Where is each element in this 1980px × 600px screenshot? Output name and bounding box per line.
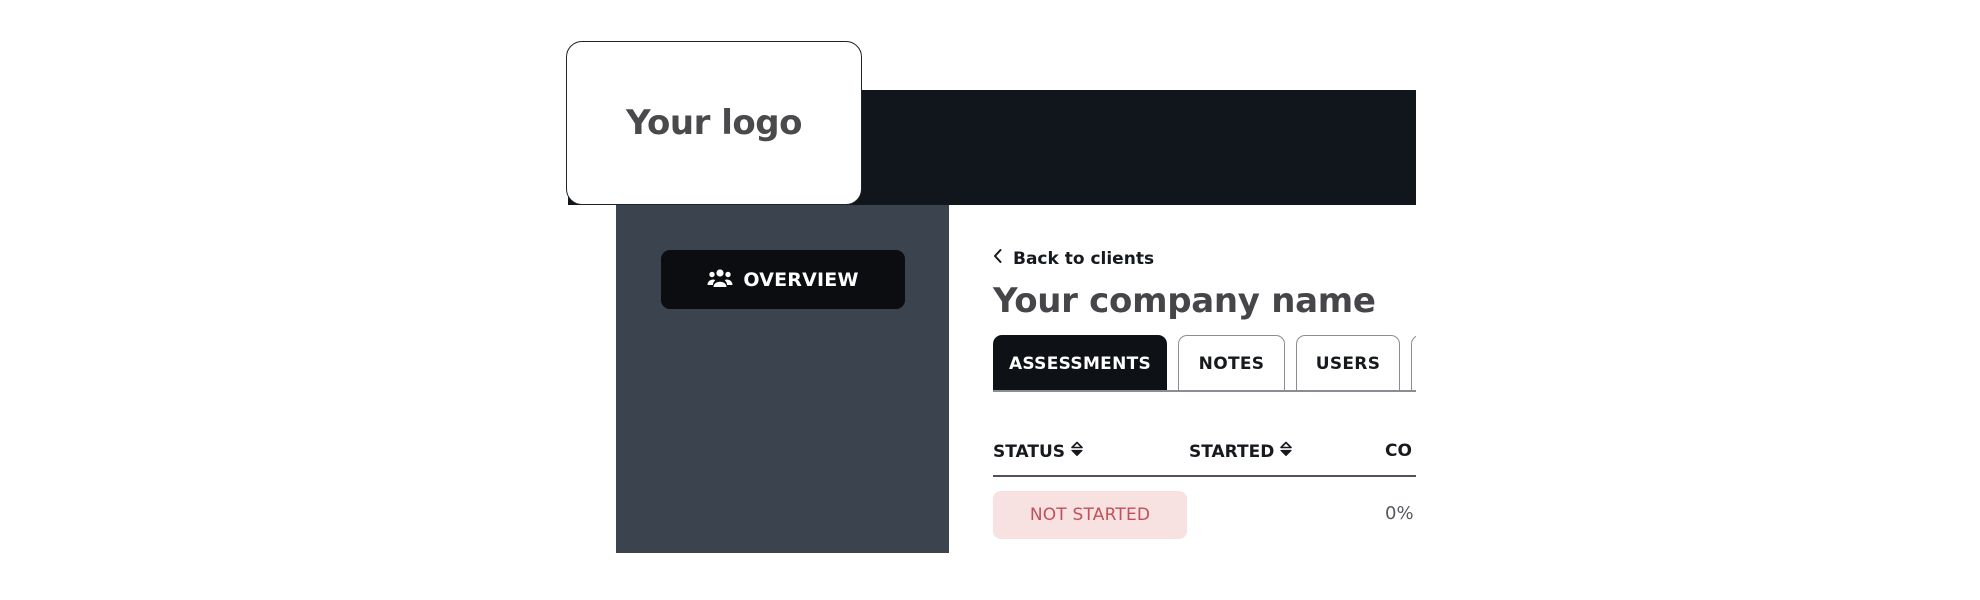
sort-icon: [1280, 441, 1293, 462]
tab-users[interactable]: USERS: [1296, 335, 1400, 391]
column-started-label: STARTED: [1189, 441, 1275, 462]
logo[interactable]: Your logo: [566, 41, 862, 205]
sort-icon: [1071, 441, 1083, 462]
back-to-clients-link[interactable]: Back to clients: [993, 248, 1154, 269]
completion-value: 0%: [1385, 503, 1414, 524]
table-header: STATUS STARTED CO: [993, 437, 1416, 477]
chevron-left-icon: [993, 248, 1003, 269]
column-status-header[interactable]: STATUS: [993, 441, 1083, 462]
tab-assessments[interactable]: ASSESSMENTS: [993, 335, 1167, 391]
overview-button[interactable]: OVERVIEW: [661, 250, 905, 309]
page-title: Your company name: [993, 281, 1376, 321]
column-status-label: STATUS: [993, 441, 1066, 462]
users-group-icon: [707, 267, 733, 293]
status-badge: NOT STARTED: [993, 491, 1187, 539]
overview-label: OVERVIEW: [743, 268, 859, 291]
back-link-label: Back to clients: [1013, 248, 1155, 269]
app-frame: Your logo OVERVIEW Back to clients Your …: [0, 0, 1980, 600]
tab-notes[interactable]: NOTES: [1178, 335, 1285, 391]
column-completion-label: CO: [1385, 441, 1412, 461]
main-content: Back to clients Your company name ASSESS…: [949, 205, 1416, 553]
tab-bar: ASSESSMENTS NOTES USERS: [993, 335, 1416, 397]
tab-more[interactable]: [1411, 335, 1416, 391]
logo-text: Your logo: [626, 103, 802, 143]
column-completion-header[interactable]: CO: [1385, 441, 1412, 461]
tabs-underline: [993, 390, 1416, 392]
column-started-header[interactable]: STARTED: [1189, 441, 1293, 462]
